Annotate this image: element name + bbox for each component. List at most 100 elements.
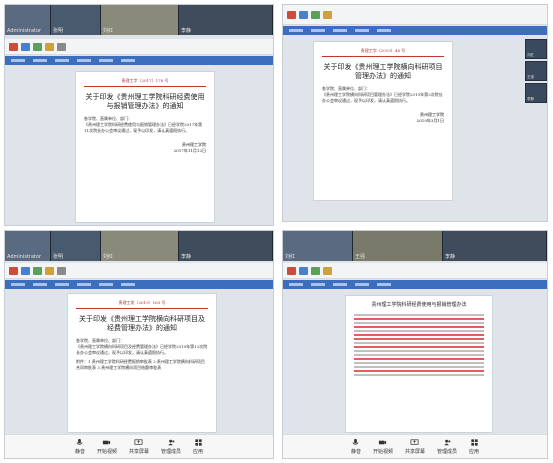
document-page: 贵理工字〔2017〕178 号 关于印发《贵州理工学院科研经费使用与报销管理办法…: [75, 71, 215, 223]
share-screen-button[interactable]: 共享屏幕: [405, 438, 425, 455]
participant-name: 刘红: [527, 53, 534, 57]
document-title: 贵州理工学院科研经费使用与报销管理办法: [371, 302, 467, 308]
mute-label: 静音: [74, 449, 85, 455]
toolbar-icon[interactable]: [299, 266, 308, 275]
grid-icon: [194, 439, 202, 446]
participant-name: 刘红: [285, 254, 296, 260]
apps-button[interactable]: 应用: [469, 438, 479, 455]
share-screen-label: 共享屏幕: [128, 449, 149, 455]
start-video-label: 开始视频: [96, 449, 117, 455]
toolbar-icon[interactable]: [33, 266, 42, 275]
microphone-icon: [76, 438, 83, 445]
toolbar-icon[interactable]: [21, 266, 30, 275]
video-tile[interactable]: 刘红: [101, 5, 179, 35]
start-video-button[interactable]: 开始视频: [97, 438, 117, 455]
toolbar-icon[interactable]: [311, 266, 320, 275]
participant-name: 刘红: [103, 28, 114, 34]
manage-members-label: 管理成员: [437, 449, 458, 455]
video-tile[interactable]: 王强: [353, 231, 443, 261]
ribbon-tabs: [283, 280, 547, 289]
microphone-icon: [352, 438, 359, 445]
participant-name: 王强: [527, 75, 534, 79]
video-tile[interactable]: Administrator: [5, 5, 51, 35]
toolbar-icon[interactable]: [33, 42, 42, 51]
camera-icon: [379, 440, 387, 445]
document-page: 贵理工发〔2019〕163 号 关于印发《贵州理工学院横向科研项目及经费管理办法…: [67, 293, 217, 433]
toolbar-icon[interactable]: [21, 42, 30, 51]
video-tile[interactable]: 李静: [443, 231, 547, 261]
toolbar-icon[interactable]: [57, 42, 66, 51]
toolbar-icon[interactable]: [323, 10, 332, 19]
wps-toolbar: [283, 5, 547, 25]
share-screen-label: 共享屏幕: [404, 449, 425, 455]
video-tile[interactable]: Administrator: [5, 231, 51, 261]
video-tile[interactable]: 刘红: [525, 39, 547, 59]
document-date: 2019年3月1日: [416, 118, 444, 123]
toolbar-icon[interactable]: [323, 266, 332, 275]
document-text-lines: [354, 314, 484, 376]
video-strip: 刘红 王强 李静: [283, 231, 547, 261]
video-tile[interactable]: 李静: [525, 83, 547, 103]
apps-button[interactable]: 应用: [193, 438, 203, 455]
mute-button[interactable]: 静音: [75, 438, 85, 455]
participant-name: 李静: [527, 97, 534, 101]
document-date: 2017年11月12日: [173, 148, 206, 153]
video-tile[interactable]: 张明: [51, 231, 101, 261]
video-tile[interactable]: 刘红: [283, 231, 353, 261]
video-tile[interactable]: 李静: [179, 5, 273, 35]
manage-members-button[interactable]: 管理成员: [161, 438, 181, 455]
manage-members-button[interactable]: 管理成员: [437, 438, 457, 455]
video-tile[interactable]: 王强: [525, 61, 547, 81]
screenshot-panel-4: 刘红 王强 李静 贵州理工学院科研经费使用与报销管理办法 静音 开始视频 共享屏…: [282, 230, 548, 459]
video-tile[interactable]: 张明: [51, 5, 101, 35]
participant-name: Administrator: [7, 28, 42, 34]
document-title: 关于印发《贵州理工学院横向科研项目管理办法》的通知: [323, 63, 443, 80]
toolbar-icon[interactable]: [45, 266, 54, 275]
toolbar-icon[interactable]: [45, 42, 54, 51]
toolbar-icon[interactable]: [57, 266, 66, 275]
document-body: 《贵州理工学院横向科研项目及经费管理办法》已经学院2019年第13次院长办公会审…: [76, 344, 208, 355]
participant-name: 李静: [181, 28, 192, 34]
start-video-button[interactable]: 开始视频: [373, 438, 393, 455]
red-rule: [84, 86, 206, 87]
document-body: 《贵州理工学院横向科研项目管理办法》已经学院2019年第3次院长办公会审议通过，…: [322, 92, 443, 103]
participant-name: 王强: [355, 254, 366, 260]
share-screen-icon: [411, 439, 419, 445]
participant-name: 刘红: [103, 254, 114, 260]
apps-label: 应用: [193, 449, 204, 455]
participant-name: 李静: [445, 254, 456, 260]
apps-label: 应用: [469, 449, 480, 455]
wps-logo-icon: [287, 266, 296, 275]
toolbar-icon[interactable]: [299, 10, 308, 19]
video-tile[interactable]: 刘红: [101, 231, 179, 261]
wps-toolbar: [5, 39, 273, 55]
mute-label: 静音: [350, 449, 361, 455]
manage-members-label: 管理成员: [161, 449, 182, 455]
video-strip: Administrator 张明 刘红 李静: [5, 231, 273, 261]
red-rule: [322, 56, 444, 57]
document-title: 关于印发《贵州理工学院横向科研项目及经费管理办法》的通知: [79, 315, 205, 332]
ribbon-tabs: [5, 280, 273, 289]
side-video-strip: 刘红 王强 李静: [525, 39, 547, 103]
participant-name: 张明: [53, 28, 64, 34]
share-screen-icon: [135, 439, 143, 445]
toolbar-icon[interactable]: [311, 10, 320, 19]
screenshot-panel-1: Administrator 张明 刘红 李静 贵理工字〔2017〕178 号 关…: [4, 4, 274, 226]
screenshot-panel-3: Administrator 张明 刘红 李静 贵理工发〔2019〕163 号 关…: [4, 230, 274, 459]
meeting-control-bar: 静音 开始视频 共享屏幕 管理成员 应用: [5, 434, 273, 458]
wps-logo-icon: [9, 266, 18, 275]
video-tile[interactable]: 李静: [179, 231, 273, 261]
people-icon: [443, 439, 450, 446]
wps-toolbar: [5, 263, 273, 279]
participant-name: Administrator: [7, 254, 42, 260]
camera-icon: [103, 440, 111, 445]
participant-name: 张明: [53, 254, 64, 260]
document-number: 贵理工字〔2019〕48 号: [360, 48, 406, 53]
document-body: 《贵州理工学院科研经费使用与报销管理办法》已经学院2017年第11次院长办公会审…: [84, 122, 203, 133]
document-number: 贵理工发〔2019〕163 号: [118, 300, 166, 305]
mute-button[interactable]: 静音: [351, 438, 361, 455]
red-rule: [76, 308, 208, 309]
share-screen-button[interactable]: 共享屏幕: [129, 438, 149, 455]
document-page: 贵理工字〔2019〕48 号 关于印发《贵州理工学院横向科研项目管理办法》的通知…: [313, 41, 453, 201]
start-video-label: 开始视频: [372, 449, 393, 455]
